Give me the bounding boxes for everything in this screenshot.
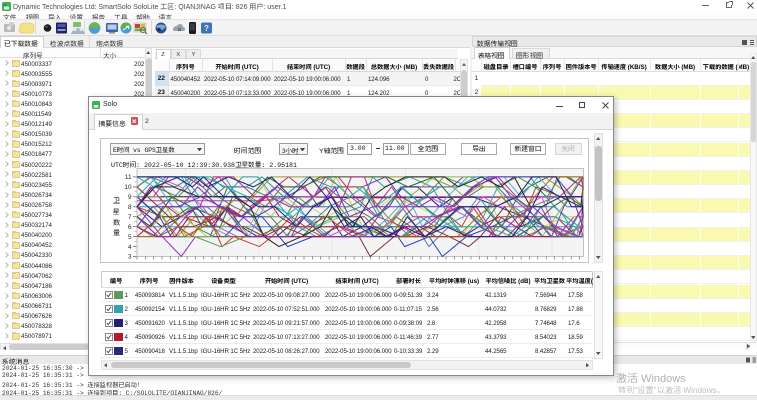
svg-text:10: 10	[124, 184, 132, 191]
svg-text:9: 9	[128, 194, 132, 201]
svg-text:?: ?	[204, 24, 209, 33]
svg-text:5: 5	[128, 234, 132, 241]
svg-text:6: 6	[128, 224, 132, 231]
svg-text:3: 3	[128, 254, 132, 261]
svg-text:11: 11	[125, 174, 132, 181]
svg-text:7: 7	[128, 214, 132, 221]
svg-text:4: 4	[128, 244, 132, 251]
svg-text:8: 8	[128, 204, 132, 211]
